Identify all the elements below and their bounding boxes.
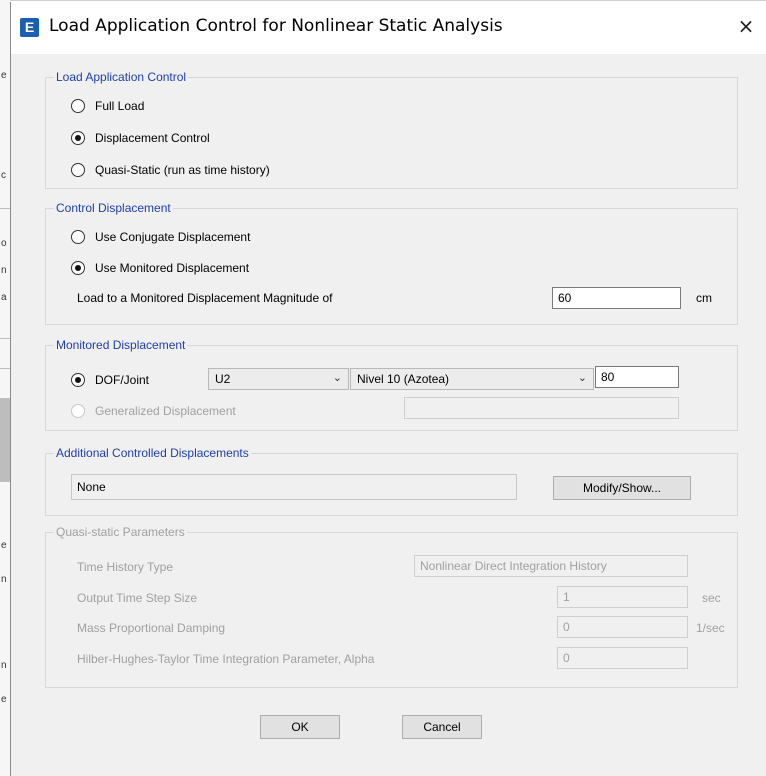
radio-dof-joint[interactable]: DOF/Joint — [71, 372, 149, 388]
output-time-step-field: 1 — [557, 586, 688, 608]
radio-full-load[interactable]: Full Load — [71, 98, 144, 114]
magnitude-label: Load to a Monitored Displacement Magnitu… — [77, 291, 333, 305]
background-fragment: e — [1, 694, 7, 705]
time-history-type-label: Time History Type — [77, 560, 174, 574]
radio-label: Quasi-Static (run as time history) — [95, 163, 270, 177]
radio-generalized-displacement[interactable]: Generalized Displacement — [71, 403, 236, 419]
background-fragment: e — [1, 70, 7, 81]
output-time-step-label: Output Time Step Size — [77, 591, 198, 605]
modify-show-button[interactable]: Modify/Show... — [553, 476, 691, 500]
radio-button[interactable] — [71, 261, 85, 275]
close-icon[interactable]: × — [734, 14, 758, 38]
radio-button[interactable] — [71, 230, 85, 244]
background-divider — [0, 338, 10, 339]
joint-input[interactable]: 80 — [595, 366, 679, 388]
radio-label: Generalized Displacement — [95, 404, 236, 418]
radio-quasi-static[interactable]: Quasi-Static (run as time history) — [71, 162, 270, 178]
load-application-control-group: Load Application Control Full Load Displ… — [45, 70, 738, 189]
radio-label: DOF/Joint — [95, 373, 150, 387]
background-app-edge: e c o n a e n n e — [0, 0, 10, 776]
radio-button[interactable] — [71, 131, 85, 145]
radio-button[interactable] — [71, 404, 85, 418]
time-history-type-field: Nonlinear Direct Integration History — [414, 555, 688, 577]
group-legend: Monitored Displacement — [54, 338, 188, 352]
radio-label: Full Load — [95, 99, 145, 113]
background-fragment: c — [1, 170, 6, 181]
hht-alpha-field: 0 — [557, 647, 688, 669]
output-time-step-unit: sec — [702, 591, 721, 605]
mass-damping-unit: 1/sec — [696, 621, 725, 635]
control-displacement-group: Control Displacement Use Conjugate Displ… — [45, 201, 738, 325]
background-divider — [0, 368, 10, 369]
group-legend: Control Displacement — [54, 201, 173, 215]
background-fragment: o — [1, 238, 7, 249]
dialog-window: E Load Application Control for Nonlinear… — [10, 2, 766, 776]
group-legend: Additional Controlled Displacements — [54, 446, 251, 460]
radio-button[interactable] — [71, 99, 85, 113]
radio-use-monitored-displacement[interactable]: Use Monitored Displacement — [71, 260, 249, 276]
group-legend: Load Application Control — [54, 70, 189, 84]
radio-button[interactable] — [71, 373, 85, 387]
background-divider — [0, 208, 10, 209]
additional-displacements-field: None — [71, 474, 517, 500]
app-icon: E — [20, 18, 39, 37]
radio-use-conjugate-displacement[interactable]: Use Conjugate Displacement — [71, 229, 250, 245]
dof-select[interactable]: U2 ⌄ — [208, 368, 349, 390]
story-selected-value: Nivel 10 (Azotea) — [357, 372, 450, 386]
group-legend: Quasi-static Parameters — [54, 525, 187, 539]
magnitude-input[interactable]: 60 — [552, 287, 681, 309]
chevron-down-icon: ⌄ — [577, 372, 587, 384]
dialog-title: Load Application Control for Nonlinear S… — [49, 16, 503, 36]
cancel-button[interactable]: Cancel — [402, 715, 482, 739]
ok-button[interactable]: OK — [260, 715, 340, 739]
background-fragment: n — [1, 660, 7, 671]
background-fragment: n — [1, 265, 7, 276]
magnitude-unit: cm — [696, 291, 712, 305]
background-fragment: n — [1, 574, 7, 585]
background-fragment: a — [1, 292, 7, 303]
background-divider — [10, 0, 766, 1]
chevron-down-icon: ⌄ — [332, 372, 342, 384]
radio-button[interactable] — [71, 163, 85, 177]
mass-damping-field: 0 — [557, 616, 688, 638]
background-fragment: e — [1, 540, 7, 551]
background-scrollbar — [0, 398, 10, 482]
title-bar[interactable]: E Load Application Control for Nonlinear… — [11, 2, 766, 54]
mass-damping-label: Mass Proportional Damping — [77, 621, 226, 635]
quasi-static-parameters-group: Quasi-static Parameters Time History Typ… — [45, 525, 738, 688]
radio-label: Use Conjugate Displacement — [95, 230, 251, 244]
radio-label: Displacement Control — [95, 131, 210, 145]
hht-alpha-label: Hilber-Hughes-Taylor Time Integration Pa… — [77, 652, 375, 666]
monitored-displacement-group: Monitored Displacement DOF/Joint U2 ⌄ Ni… — [45, 338, 738, 431]
radio-label: Use Monitored Displacement — [95, 261, 250, 275]
generalized-displacement-field — [404, 397, 679, 419]
radio-displacement-control[interactable]: Displacement Control — [71, 130, 210, 146]
additional-controlled-displacements-group: Additional Controlled Displacements None… — [45, 446, 738, 516]
story-select[interactable]: Nivel 10 (Azotea) ⌄ — [350, 368, 594, 390]
dof-selected-value: U2 — [215, 372, 231, 386]
